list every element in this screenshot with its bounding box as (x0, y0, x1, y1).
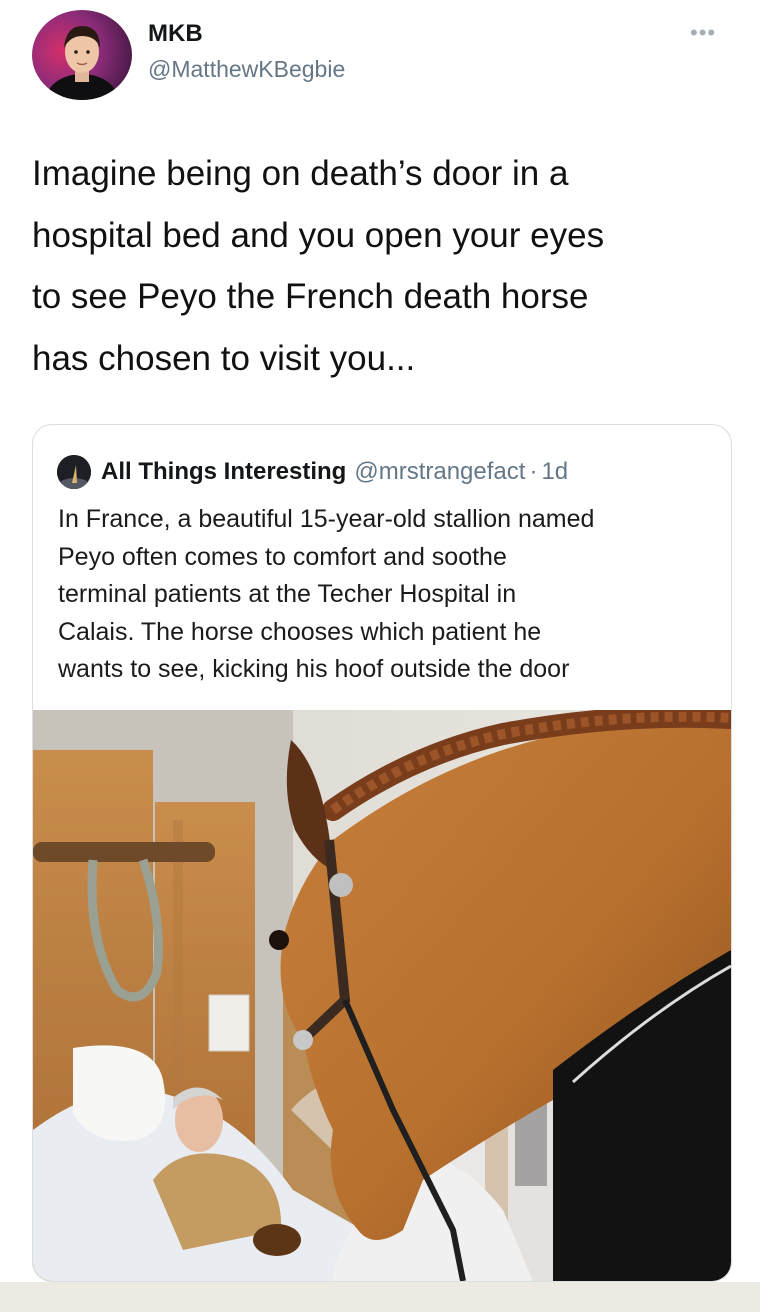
user-avatar[interactable] (32, 10, 132, 100)
display-name[interactable]: MKB (148, 20, 203, 48)
quoted-tweet-text: In France, a beautiful 15-year-old stall… (58, 505, 595, 683)
quoted-timestamp[interactable]: 1d (541, 458, 568, 486)
quoted-avatar[interactable] (57, 455, 91, 489)
tweet-card: MKB @MatthewKBegbie ••• Imagine being on… (0, 0, 760, 1282)
quoted-tweet[interactable]: All Things Interesting @mrstrangefact · … (32, 424, 732, 1282)
quoted-photo-horse-visit[interactable] (33, 710, 731, 1281)
quoted-tweet-header: All Things Interesting @mrstrangefact · … (57, 455, 568, 489)
separator-dot: · (529, 458, 538, 485)
user-handle[interactable]: @MatthewKBegbie (148, 56, 345, 83)
more-horizontal-icon[interactable]: ••• (690, 20, 716, 46)
bottom-bar (0, 1282, 760, 1312)
quoted-display-name[interactable]: All Things Interesting (101, 458, 346, 486)
quoted-handle[interactable]: @mrstrangefact (354, 458, 525, 486)
tweet-text: Imagine being on death’s door in a hospi… (32, 154, 605, 378)
